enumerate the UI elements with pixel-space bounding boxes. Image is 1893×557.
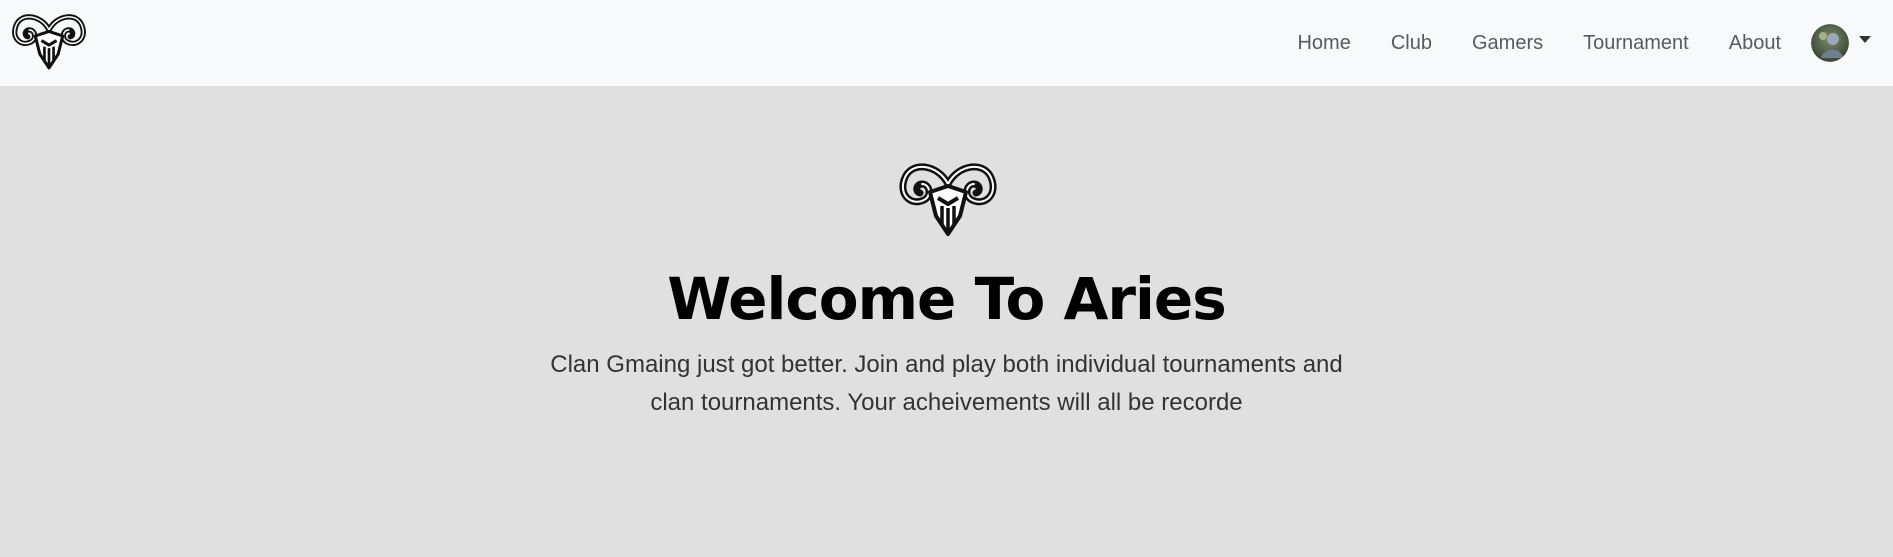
nav-link-gamers[interactable]: Gamers [1472,33,1543,53]
brand-logo-link[interactable] [11,6,87,72]
ram-head-icon [898,154,998,238]
profile-dropdown-toggle[interactable] [1811,24,1871,62]
navbar: Home Club Gamers Tournament About [0,0,1893,86]
nav-link-about[interactable]: About [1729,33,1781,53]
hero-lead-text: Clan Gmaing just got better. Join and pl… [550,351,1343,416]
nav-links: Home Club Gamers Tournament About [1297,0,1893,86]
ram-head-icon [11,6,87,72]
hero-section: Welcome To Aries Clan Gmaing just got be… [0,86,1893,557]
user-avatar [1811,24,1849,62]
hero-title: Welcome To Aries [667,265,1226,333]
caret-down-icon [1859,35,1871,43]
nav-link-tournament[interactable]: Tournament [1583,33,1689,53]
nav-link-club[interactable]: Club [1391,33,1432,53]
nav-link-home[interactable]: Home [1297,33,1350,53]
